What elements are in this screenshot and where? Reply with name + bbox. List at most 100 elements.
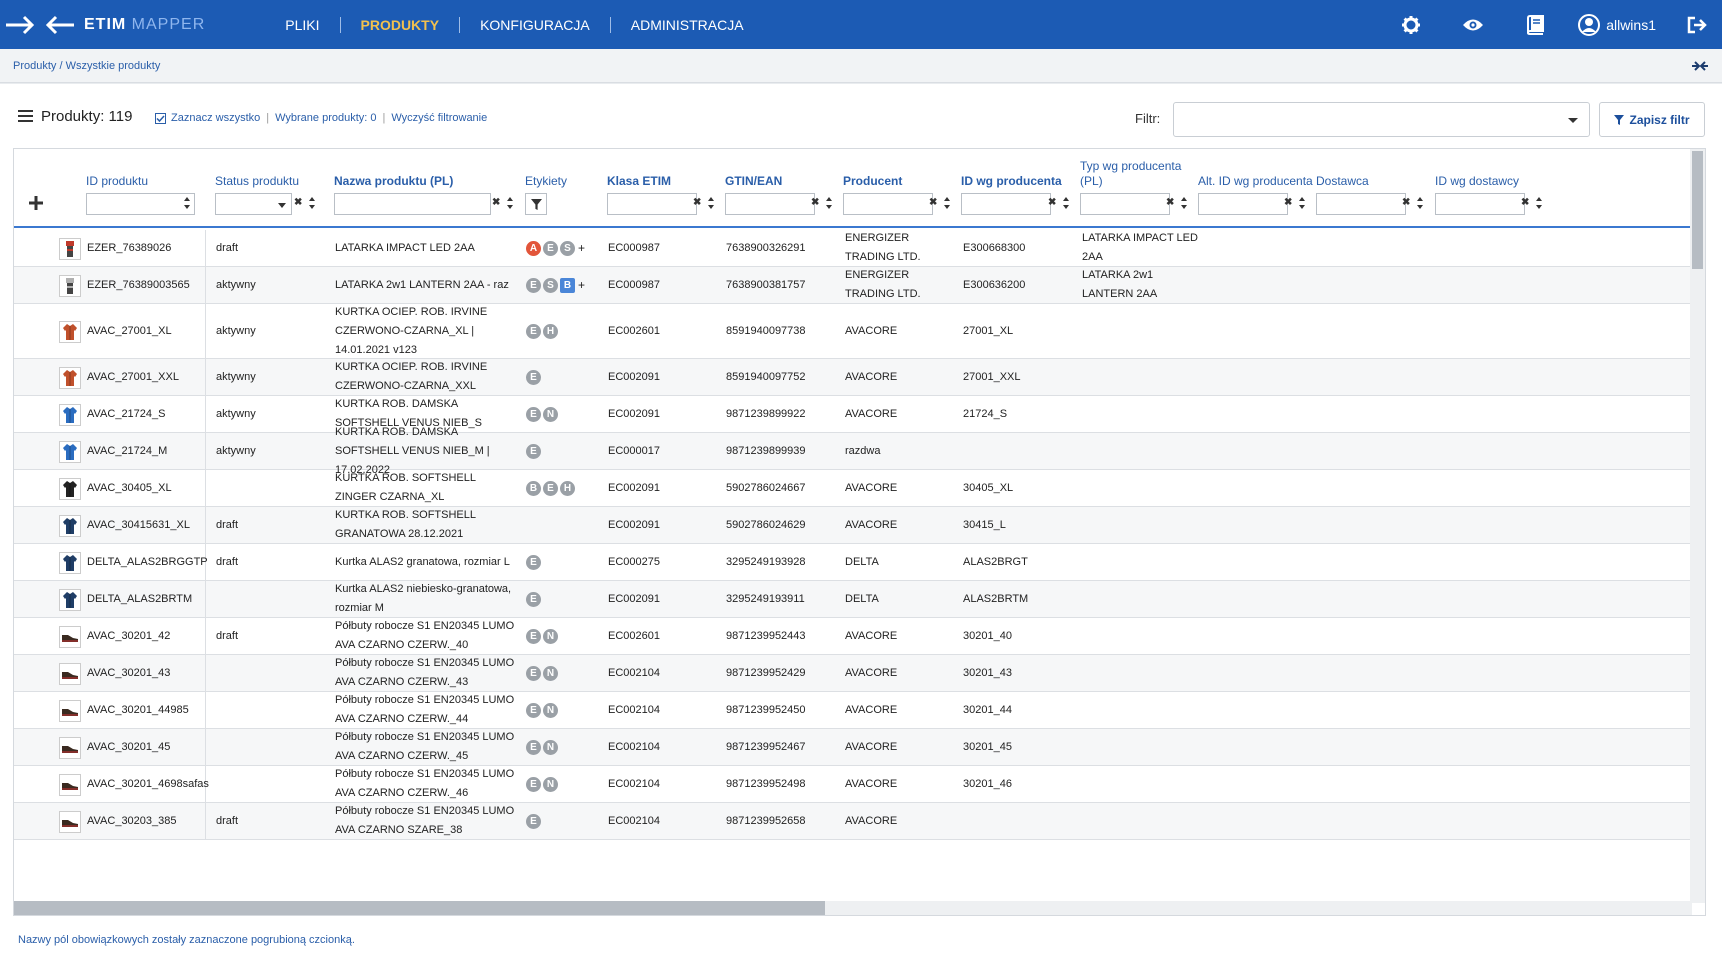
select-all-link[interactable]: Zaznacz wszystko (171, 112, 260, 124)
vertical-scroll-thumb[interactable] (1692, 151, 1703, 269)
tag-badge[interactable]: E (526, 776, 541, 792)
column-label[interactable]: ID wg producenta (961, 174, 1086, 189)
table-row[interactable]: AVAC_30203_385 draft Półbuty robocze S1 EN… (14, 803, 1691, 840)
book-icon[interactable] (1524, 14, 1546, 36)
clear-filter-x-icon[interactable]: ✖ (1521, 197, 1529, 208)
sort-icon[interactable] (1298, 196, 1306, 210)
tag-badge[interactable]: N (543, 702, 558, 718)
column-label[interactable]: GTIN/EAN (725, 174, 850, 189)
column-filter-input[interactable] (1316, 193, 1406, 215)
column-filter-input[interactable] (1198, 193, 1288, 215)
column-label[interactable]: Status produktu (215, 174, 340, 189)
product-thumbnail[interactable] (59, 403, 81, 426)
tag-badge[interactable]: E (526, 813, 541, 829)
product-thumbnail[interactable] (59, 366, 81, 389)
table-row[interactable]: AVAC_30415631_XL draft KURTKA ROB. SOFTSHE… (14, 507, 1691, 544)
column-filter-input[interactable] (1435, 193, 1525, 215)
clear-filter-x-icon[interactable]: ✖ (294, 197, 302, 208)
cell-id[interactable]: AVAC_30201_42 (87, 618, 209, 654)
tag-badge[interactable]: S (543, 277, 558, 293)
tag-badge[interactable]: E (526, 406, 541, 422)
logout-icon[interactable] (1686, 14, 1708, 36)
sort-icon[interactable] (707, 196, 715, 210)
sort-icon[interactable] (1062, 196, 1070, 210)
table-row[interactable]: AVAC_30201_4698safas Półbuty robocze S1 E… (14, 766, 1691, 803)
clear-filtering-link[interactable]: Wyczyść filtrowanie (391, 112, 487, 124)
column-filter-input[interactable] (961, 193, 1051, 215)
column-label[interactable]: Typ wg producenta (PL) (1080, 159, 1205, 189)
filter-dropdown[interactable] (1173, 102, 1590, 137)
tag-badge[interactable]: N (543, 776, 558, 792)
product-thumbnail[interactable] (59, 625, 81, 648)
sort-icon[interactable] (1535, 196, 1543, 210)
sort-icon[interactable] (1416, 196, 1424, 210)
tag-badge[interactable]: E (526, 554, 541, 570)
column-filter-input[interactable] (725, 193, 815, 215)
table-row[interactable]: AVAC_27001_XL aktywny KURTKA OCIEP. ROB. I… (14, 304, 1691, 359)
column-filter-input[interactable] (86, 193, 195, 215)
cell-id[interactable]: AVAC_30201_45 (87, 729, 209, 765)
table-row[interactable]: AVAC_30201_42 draft Półbuty robocze S1 EN2… (14, 618, 1691, 655)
tag-badge[interactable]: N (543, 665, 558, 681)
product-thumbnail[interactable] (59, 237, 81, 260)
eye-icon[interactable] (1462, 14, 1484, 36)
product-thumbnail[interactable] (59, 810, 81, 833)
nav-item-administracja[interactable]: ADMINISTRACJA (611, 17, 764, 33)
cell-id[interactable]: AVAC_30201_44985 (87, 692, 209, 728)
clear-filter-x-icon[interactable]: ✖ (1284, 197, 1292, 208)
column-filter-input[interactable] (334, 193, 491, 215)
clear-filter-x-icon[interactable]: ✖ (811, 197, 819, 208)
more-tags-icon[interactable]: + (578, 276, 585, 295)
nav-item-produkty[interactable]: PRODUKTY (341, 16, 461, 33)
column-filter-input[interactable] (607, 193, 697, 215)
nav-item-pliki[interactable]: PLIKI (265, 16, 341, 33)
vertical-scrollbar[interactable] (1690, 149, 1705, 903)
sort-icon[interactable] (308, 196, 316, 210)
horizontal-scrollbar[interactable] (14, 901, 1692, 915)
column-label[interactable]: Alt. ID wg producenta (1198, 174, 1323, 189)
tag-badge[interactable]: E (526, 591, 541, 607)
product-thumbnail[interactable] (59, 320, 81, 343)
sort-icon[interactable] (825, 196, 833, 210)
table-row[interactable]: EZER_76389026 draft LATARKA IMPACT LED 2AA… (14, 230, 1691, 267)
cell-id[interactable]: AVAC_30415631_XL (87, 507, 209, 543)
cell-id[interactable]: AVAC_30203_385 (87, 803, 209, 839)
add-column-plus-icon[interactable] (26, 193, 46, 213)
tag-badge[interactable]: N (543, 628, 558, 644)
settings-gear-icon[interactable] (1400, 14, 1422, 36)
tag-badge[interactable]: E (526, 665, 541, 681)
table-row[interactable]: AVAC_30405_XL KURTKA ROB. SOFTSHELL ZINGE… (14, 470, 1691, 507)
sort-icon[interactable] (183, 196, 191, 210)
selected-products-link[interactable]: Wybrane produkty: 0 (275, 112, 376, 124)
table-row[interactable]: AVAC_21724_M aktywny KURTKA ROB. DAMSKA SO… (14, 426, 1691, 476)
column-label[interactable]: ID wg dostawcy (1435, 174, 1560, 189)
table-row[interactable]: AVAC_30201_45 Półbuty robocze S1 EN20345 … (14, 729, 1691, 766)
tag-badge[interactable]: E (526, 628, 541, 644)
column-label[interactable]: ID produktu (86, 174, 211, 189)
column-label[interactable]: Dostawca (1316, 174, 1441, 189)
product-thumbnail[interactable] (59, 588, 81, 611)
table-row[interactable]: AVAC_27001_XXL aktywny KURTKA OCIEP. ROB. … (14, 359, 1691, 396)
column-label[interactable]: Klasa ETIM (607, 174, 732, 189)
user-menu[interactable]: allwins1 (1578, 13, 1656, 36)
cell-id[interactable]: AVAC_21724_M (87, 433, 209, 469)
tag-badge[interactable]: A (526, 240, 541, 256)
tag-badge[interactable]: N (543, 406, 558, 422)
table-row[interactable]: AVAC_30201_43 Półbuty robocze S1 EN20345 … (14, 655, 1691, 692)
cell-id[interactable]: AVAC_30201_43 (87, 655, 209, 691)
product-thumbnail[interactable] (59, 699, 81, 722)
clear-filter-x-icon[interactable]: ✖ (929, 197, 937, 208)
sort-icon[interactable] (506, 196, 514, 210)
tag-badge[interactable]: B (526, 480, 541, 496)
table-row[interactable]: DELTA_ALAS2BRTM Kurtka ALAS2 niebiesko-gr… (14, 581, 1691, 618)
cell-id[interactable]: AVAC_27001_XXL (87, 359, 209, 395)
sort-icon[interactable] (943, 196, 951, 210)
nav-item-konfiguracja[interactable]: KONFIGURACJA (460, 16, 611, 33)
product-thumbnail[interactable] (59, 773, 81, 796)
tag-badge[interactable]: E (526, 323, 541, 339)
tag-badge[interactable]: S (560, 240, 575, 256)
tag-badge[interactable]: E (526, 443, 541, 459)
tags-filter-button[interactable] (525, 193, 547, 215)
cell-id[interactable]: EZER_76389026 (87, 230, 209, 266)
tag-badge[interactable]: E (543, 480, 558, 496)
